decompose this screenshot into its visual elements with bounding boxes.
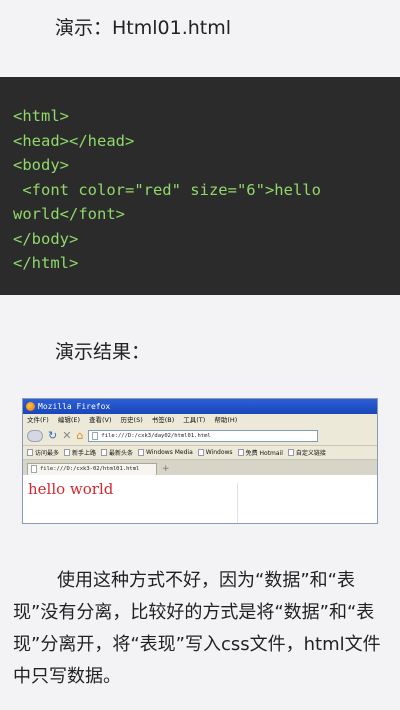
address-bar: file:///D:/cxk3/day02/html01.html [88,430,319,442]
address-url: file:///D:/cxk3/day02/html01.html [101,433,211,439]
menu-item-file: 文件(F) [27,416,49,424]
bookmark-label: Windows [205,449,233,456]
menu-item-help: 帮助(H) [214,416,238,424]
bookmark-label: 最新头条 [109,450,134,457]
bookmark-icon [138,449,145,456]
content-divider [237,483,238,523]
page-icon [31,465,37,473]
browser-tabbar: file:///D:/cxk3-02/html01.html + [23,460,377,475]
bookmark-icon [237,449,244,456]
browser-screenshot: Mozilla Firefox 文件(F) 编辑(E) 查看(V) 历史(S) … [22,398,378,524]
browser-title: Mozilla Firefox [38,402,111,411]
stop-icon: ✕ [62,429,72,442]
menu-item-history: 历史(S) [120,416,143,424]
browser-menubar: 文件(F) 编辑(E) 查看(V) 历史(S) 书签(B) 工具(T) 帮助(H… [23,414,377,427]
code-line: </html> [13,254,79,272]
demo-heading: 演示：Html01.html [55,17,232,39]
bookmark-item: 访问最多 [27,448,59,457]
bookmark-item: 自定义链接 [287,448,326,457]
tab-label: file:///D:/cxk3-02/html01.html [40,466,140,472]
browser-tab: file:///D:/cxk3-02/html01.html [27,463,157,475]
browser-navbar: ↻ ✕ ⌂ file:///D:/cxk3/day02/html01.html [23,427,377,446]
bookmark-item: Windows Media [138,449,193,456]
bookmark-icon [27,449,33,456]
code-line: <font color="red" size="6">hello [13,180,321,199]
bookmark-icon [197,449,204,456]
bookmark-item: 新手上路 [64,448,96,457]
code-line: world</font> [13,205,125,223]
menu-item-view: 查看(V) [89,416,112,424]
code-block: <html> <head></head> <body> <font color=… [0,77,400,295]
bookmark-label: Windows Media [146,449,193,456]
menu-item-bookmarks: 书签(B) [151,416,175,424]
home-icon: ⌂ [76,429,84,442]
bookmark-label: 免费 Hotmail [245,450,283,457]
menu-item-edit: 编辑(E) [57,416,80,424]
code-line: </body> [13,229,79,248]
bookmark-icon [287,449,294,456]
bookmark-label: 自定义链接 [295,450,326,457]
bookmark-label: 新手上路 [72,450,97,457]
page-icon [92,432,99,440]
rendered-text: hello world [28,480,114,498]
bookmark-item: 最新头条 [101,448,133,457]
explanation-paragraph: 使用这种方式不好，因为“数据”和“表现”没有分离，比较好的方式是将“数据”和“表… [13,570,381,687]
bookmark-icon [101,449,108,456]
browser-content: hello world [23,475,377,523]
bookmark-icon [64,449,71,456]
bookmark-item: 免费 Hotmail [237,448,283,457]
code-line: <html> [13,107,69,125]
bookmark-item: Windows [197,449,233,456]
code-line: <body> [13,156,69,174]
firefox-icon [26,402,35,411]
result-heading: 演示结果： [55,341,151,363]
browser-titlebar: Mozilla Firefox [23,399,377,414]
new-tab-icon: + [162,464,170,474]
back-forward-icon [27,430,43,442]
code-line: <head></head> [13,131,135,150]
bookmarks-bar: 访问最多 新手上路 最新头条 Windows Media Windows 免费 … [23,446,377,460]
reload-icon: ↻ [48,429,58,442]
bookmark-label: 访问最多 [35,450,60,457]
menu-item-tools: 工具(T) [183,416,206,424]
